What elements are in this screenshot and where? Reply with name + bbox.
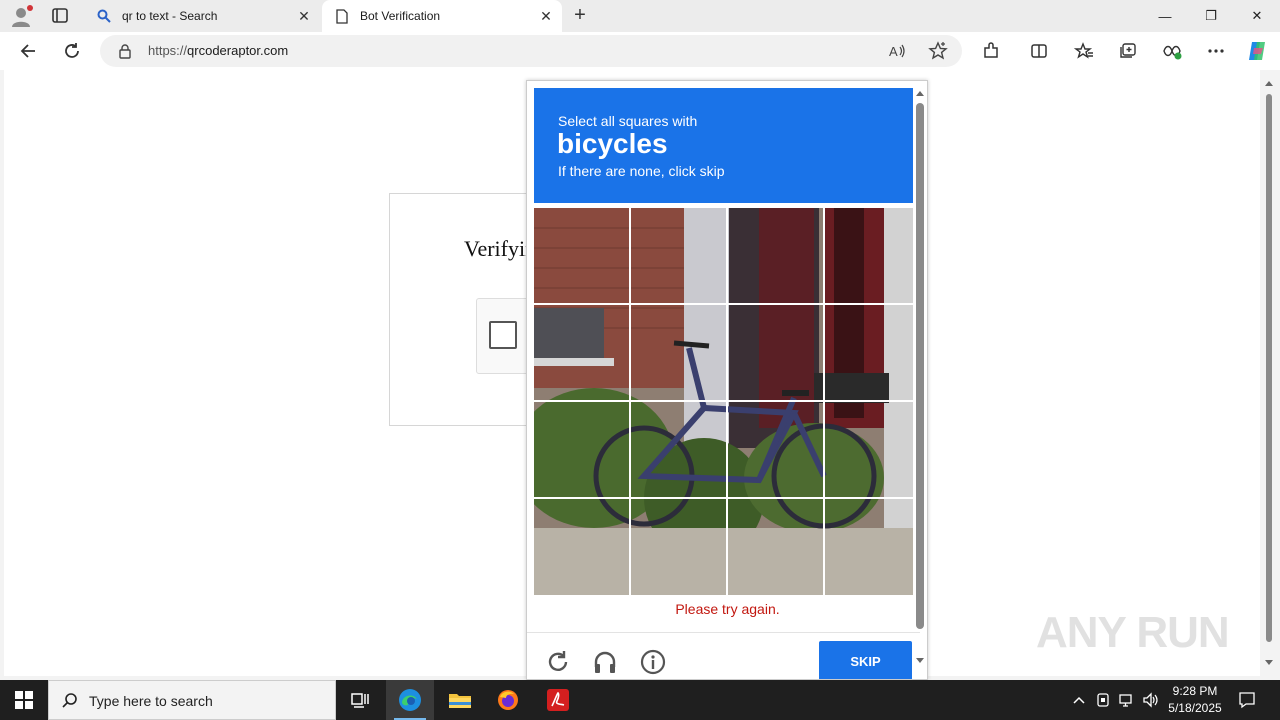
captcha-tile[interactable] — [631, 305, 726, 401]
captcha-tile[interactable] — [728, 499, 823, 595]
lock-icon[interactable] — [118, 43, 132, 59]
captcha-checkbox[interactable] — [489, 321, 517, 349]
page-scrollbar[interactable] — [1262, 76, 1276, 672]
tab-title: qr to text - Search — [122, 9, 218, 23]
captcha-tile[interactable] — [728, 402, 823, 498]
captcha-tile[interactable] — [825, 402, 920, 498]
clock-time: 9:28 PM — [1172, 684, 1218, 698]
file-explorer-icon[interactable] — [436, 680, 484, 720]
windows-start-icon[interactable] — [0, 680, 48, 720]
acrobat-reader-icon[interactable] — [534, 680, 582, 720]
close-tab-icon[interactable]: ✕ — [534, 4, 558, 28]
more-menu-icon[interactable] — [1203, 39, 1229, 63]
divider — [527, 632, 920, 633]
captcha-tile[interactable] — [825, 499, 920, 595]
url-text[interactable]: https://qrcoderaptor.com — [148, 43, 288, 58]
skip-button[interactable]: SKIP — [819, 641, 912, 679]
tab-actions-icon[interactable] — [48, 6, 72, 26]
copilot-icon[interactable] — [1244, 39, 1270, 63]
captcha-prompt: Select all squares with bicycles If ther… — [534, 88, 913, 203]
captcha-tile[interactable] — [534, 402, 629, 498]
tab-search[interactable]: qr to text - Search ✕ — [84, 0, 320, 32]
new-tab-button[interactable]: + — [568, 4, 592, 28]
captcha-tile[interactable] — [631, 402, 726, 498]
captcha-tile[interactable] — [534, 208, 629, 304]
favorites-icon[interactable] — [1071, 39, 1097, 63]
minimize-button[interactable]: — — [1142, 0, 1188, 32]
profile-avatar-icon[interactable] — [8, 4, 34, 28]
extensions-icon[interactable] — [978, 39, 1004, 63]
close-window-button[interactable]: ✕ — [1234, 0, 1280, 32]
captcha-tile[interactable] — [631, 208, 726, 304]
edge-taskbar-icon[interactable] — [386, 680, 434, 720]
browser-tab-bar: qr to text - Search ✕ Bot Verification ✕… — [0, 0, 1280, 32]
captcha-tile[interactable] — [825, 208, 920, 304]
task-view-icon[interactable] — [336, 680, 384, 720]
captcha-scrollbar[interactable] — [913, 83, 927, 679]
svg-text:A: A — [889, 44, 898, 59]
close-tab-icon[interactable]: ✕ — [292, 4, 316, 28]
captcha-tile[interactable] — [728, 208, 823, 304]
tab-title: Bot Verification — [360, 9, 441, 23]
refresh-icon[interactable] — [59, 39, 85, 63]
search-icon — [96, 8, 112, 24]
restore-button[interactable]: ❐ — [1188, 0, 1234, 32]
show-hidden-icons-chevron-icon[interactable] — [1068, 680, 1090, 720]
captcha-challenge: Select all squares with bicycles If ther… — [526, 80, 928, 680]
split-screen-icon[interactable] — [1026, 39, 1052, 63]
captcha-tile[interactable] — [728, 305, 823, 401]
windows-taskbar: Type here to search 9:28 PM 5/18/2025 — [0, 680, 1280, 720]
captcha-error-message: Please try again. — [675, 601, 780, 617]
firefox-icon[interactable] — [484, 680, 532, 720]
search-icon — [61, 692, 79, 715]
tab-bot-verification[interactable]: Bot Verification ✕ — [322, 0, 562, 32]
captcha-image-grid — [534, 208, 913, 595]
captcha-tile[interactable] — [534, 499, 629, 595]
taskbar-clock[interactable]: 9:28 PM 5/18/2025 — [1160, 683, 1230, 717]
browser-essentials-icon[interactable] — [1159, 39, 1185, 63]
captcha-hint: If there are none, click skip — [558, 163, 725, 179]
page-icon — [334, 8, 350, 24]
taskbar-search-placeholder: Type here to search — [89, 693, 213, 709]
notifications-icon[interactable] — [1232, 680, 1262, 720]
network-icon[interactable] — [1116, 680, 1138, 720]
audio-challenge-icon[interactable] — [592, 649, 618, 675]
captcha-instruction: Select all squares with — [558, 113, 698, 129]
read-aloud-icon[interactable]: A — [888, 41, 908, 66]
collections-icon[interactable] — [1115, 39, 1141, 63]
device-icon[interactable] — [1092, 680, 1114, 720]
clock-date: 5/18/2025 — [1168, 701, 1222, 715]
info-icon[interactable] — [640, 649, 666, 675]
favorite-star-icon[interactable] — [928, 41, 948, 66]
captcha-tile[interactable] — [631, 499, 726, 595]
captcha-tile[interactable] — [825, 305, 920, 401]
captcha-target: bicycles — [557, 128, 668, 159]
taskbar-search-box[interactable]: Type here to search — [48, 680, 336, 720]
anyrun-watermark: ANY RUN — [1036, 608, 1230, 657]
captcha-tile[interactable] — [534, 305, 629, 401]
address-bar[interactable]: https://qrcoderaptor.com A — [100, 35, 962, 67]
back-arrow-icon[interactable] — [15, 39, 41, 63]
volume-icon[interactable] — [1140, 680, 1162, 720]
browser-toolbar: https://qrcoderaptor.com A — [0, 32, 1280, 70]
reload-icon[interactable] — [545, 649, 571, 675]
